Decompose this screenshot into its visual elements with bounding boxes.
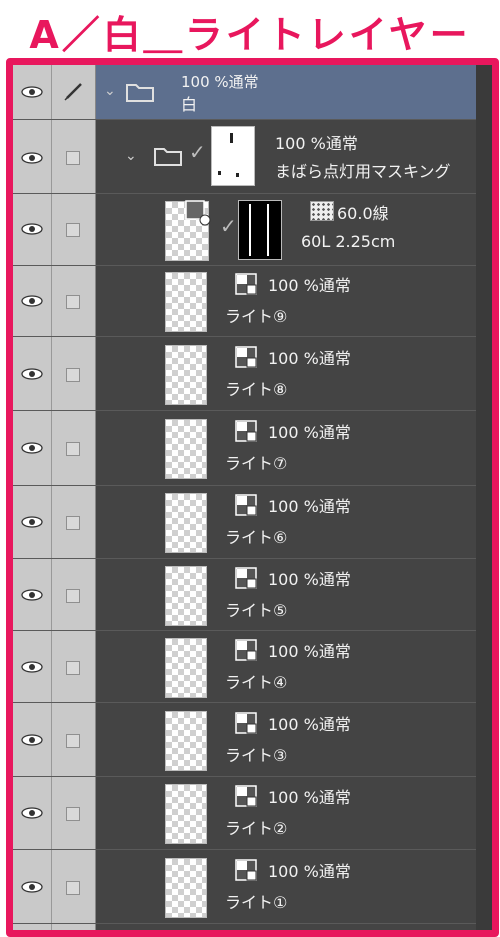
layer-row-tone[interactable]: ✓ 60.0線 60L 2.25cm [13, 194, 476, 266]
layer-thumbnail [165, 565, 207, 626]
edit-checkbox[interactable] [66, 151, 80, 165]
eye-icon[interactable] [21, 807, 43, 819]
folder-icon [126, 84, 154, 102]
raster-layer-icon [235, 273, 257, 295]
edit-checkbox[interactable] [66, 516, 80, 530]
layer-row-folder-mask[interactable]: ⌄ ✓ 100 %通常 まばら点灯用マスキング [13, 120, 476, 194]
mask-check-icon: ✓ [189, 140, 206, 164]
layer-opacity-mode: 100 %通常 [268, 641, 351, 661]
layer-name: ライト③ [225, 745, 288, 765]
layer-thumbnail [165, 637, 207, 698]
edit-checkbox[interactable] [66, 295, 80, 309]
layer-name: ライト⑥ [225, 528, 288, 547]
chevron-down-icon[interactable]: ⌄ [104, 83, 116, 99]
chevron-down-icon[interactable]: ⌄ [125, 148, 137, 164]
layer-thumbnail [165, 419, 207, 479]
layer-row-light[interactable]: 100 %通常ライト⑤ [13, 559, 476, 631]
layer-opacity-mode: 100 %通常 [268, 348, 351, 368]
layer-opacity-mode: 100 %通常 [268, 497, 351, 516]
eye-icon[interactable] [21, 880, 43, 893]
mask-thumbnail [211, 126, 255, 186]
raster-layer-icon [235, 345, 257, 368]
raster-layer-icon [235, 638, 257, 661]
layer-opacity-mode: 100 %通常 [268, 423, 351, 442]
eye-icon[interactable] [21, 223, 43, 235]
raster-layer-icon [235, 566, 257, 589]
folder-icon [154, 148, 182, 166]
folder-name: 白 [181, 95, 198, 114]
mask-check-icon: ✓ [220, 214, 237, 238]
edit-checkbox[interactable] [66, 660, 80, 675]
eye-icon[interactable] [21, 152, 43, 164]
pen-icon[interactable] [63, 80, 85, 102]
layer-name: ライト① [225, 892, 288, 912]
layer-row-light[interactable]: 100 %通常ライト③ [13, 703, 476, 777]
dot-tone-icon [310, 201, 334, 221]
tone-line-value: 60.0線 [337, 204, 389, 223]
raster-layer-icon [235, 785, 257, 807]
layer-thumbnail [165, 344, 207, 405]
raster-layer-icon [235, 711, 257, 734]
layer-thumbnail [165, 710, 207, 771]
eye-icon[interactable] [21, 442, 43, 454]
layer-thumbnail [165, 493, 207, 553]
layer-row-light[interactable]: 100 %通常ライト② [13, 777, 476, 850]
layer-row-light[interactable]: 100 %通常ライト⑧ [13, 337, 476, 411]
layer-opacity-mode: 100 %通常 [268, 714, 351, 734]
eye-icon[interactable] [21, 516, 43, 528]
edit-checkbox[interactable] [66, 880, 80, 895]
layer-name: ライト② [225, 819, 288, 838]
mask-thumbnail [238, 200, 282, 260]
edit-checkbox[interactable] [66, 733, 80, 748]
raster-layer-icon [235, 494, 257, 516]
raster-layer-icon [235, 858, 257, 881]
layer-opacity-mode: 100 %通常 [268, 861, 351, 881]
edit-checkbox[interactable] [66, 367, 80, 382]
scrollbar[interactable] [476, 65, 492, 930]
layer-thumbnail [165, 784, 207, 844]
layer-row-folder-main[interactable]: ⌄ 100 %通常 白 [13, 65, 476, 120]
eye-icon[interactable] [21, 660, 43, 673]
folder-opacity-mode: 100 %通常 [181, 73, 259, 91]
page-title: A／白＿ライトレイヤー [29, 13, 471, 57]
layer-opacity-mode: 100 %通常 [268, 788, 351, 807]
layer-row-light[interactable]: 100 %通常ライト⑨ [13, 266, 476, 337]
eye-icon[interactable] [21, 367, 43, 380]
mask-folder-name: まばら点灯用マスキング [275, 162, 451, 181]
mask-folder-opacity-mode: 100 %通常 [275, 134, 358, 153]
layer-name: ライト④ [225, 672, 288, 692]
eye-icon[interactable] [21, 295, 43, 307]
eye-icon[interactable] [21, 86, 43, 98]
layer-panel: ⌄ 100 %通常 白 ⌄ ✓ 100 %通常 まばら点灯用マスキング ✓ 60… [6, 58, 499, 937]
eye-icon[interactable] [21, 733, 43, 746]
edit-checkbox[interactable] [66, 442, 80, 456]
tone-layer-icon [185, 200, 211, 226]
layer-row-light[interactable]: 100 %通常ライト① [13, 850, 476, 924]
layer-name: ライト⑤ [225, 600, 288, 620]
layer-thumbnail [165, 272, 207, 332]
layer-opacity-mode: 100 %通常 [268, 569, 351, 589]
row-bg [96, 194, 476, 265]
layer-row-light[interactable]: 100 %通常ライト⑥ [13, 486, 476, 559]
layer-row-light[interactable]: 100 %通常ライト④ [13, 631, 476, 703]
layer-opacity-mode: 100 %通常 [268, 276, 351, 295]
edit-checkbox[interactable] [66, 807, 80, 821]
layer-row-light[interactable]: 100 %通常ライト⑦ [13, 411, 476, 486]
layer-name: ライト⑨ [225, 307, 288, 326]
raster-layer-icon [235, 420, 257, 442]
edit-checkbox[interactable] [66, 223, 80, 237]
layer-thumbnail [165, 857, 207, 918]
eye-icon[interactable] [21, 588, 43, 601]
layer-name: ライト⑦ [225, 454, 288, 473]
tone-detail: 60L 2.25cm [301, 232, 396, 251]
edit-checkbox[interactable] [66, 588, 80, 603]
layer-name: ライト⑧ [225, 379, 288, 399]
